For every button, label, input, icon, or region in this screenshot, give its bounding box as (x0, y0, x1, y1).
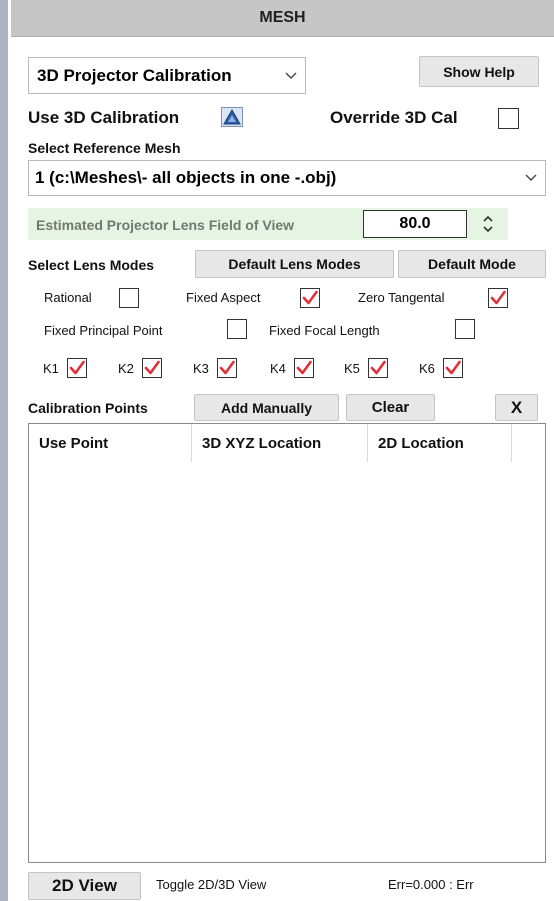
calibration-points-table[interactable]: Use Point 3D XYZ Location 2D Location (28, 423, 546, 863)
column-header-3d-xyz-location[interactable]: 3D XYZ Location (192, 424, 368, 462)
add-manually-button[interactable]: Add Manually (194, 394, 339, 421)
checkmark-icon (69, 360, 85, 375)
checkmark-icon (370, 360, 386, 375)
calibration-points-label: Calibration Points (28, 400, 148, 416)
fixed-principal-point-label: Fixed Principal Point (44, 323, 163, 338)
checkmark-icon (490, 290, 506, 305)
fixed-aspect-label: Fixed Aspect (186, 290, 261, 305)
k2-checkbox[interactable] (142, 358, 162, 378)
k5-checkbox[interactable] (368, 358, 388, 378)
column-header-2d-location[interactable]: 2D Location (368, 424, 512, 462)
2d-view-label: 2D View (52, 876, 117, 895)
fov-value: 80.0 (399, 215, 431, 232)
k4-label: K4 (270, 361, 286, 376)
clear-label: Clear (371, 399, 410, 416)
default-mode-button[interactable]: Default Mode (398, 250, 546, 278)
k1-label: K1 (43, 361, 59, 376)
mesh-panel: MESH 3D Projector Calibration Show Help … (8, 0, 554, 901)
k4-checkbox[interactable] (294, 358, 314, 378)
k2-label: K2 (118, 361, 134, 376)
reference-mesh-label: Select Reference Mesh (28, 140, 181, 156)
chevron-down-icon (525, 169, 537, 187)
lens-modes-label: Select Lens Modes (28, 257, 155, 273)
override-3d-cal-label: Override 3D Cal (330, 108, 458, 127)
show-help-label: Show Help (443, 63, 515, 80)
checkmark-icon (219, 360, 235, 375)
k3-label: K3 (193, 361, 209, 376)
close-points-button[interactable]: X (495, 394, 538, 421)
zero-tangental-checkbox[interactable] (488, 288, 508, 308)
panel-title: MESH (259, 9, 306, 26)
fixed-aspect-checkbox[interactable] (300, 288, 320, 308)
default-mode-label: Default Mode (428, 256, 516, 272)
default-lens-modes-button[interactable]: Default Lens Modes (195, 250, 394, 278)
fov-spinner-icon[interactable] (480, 212, 496, 236)
checkmark-icon (144, 360, 160, 375)
rational-label: Rational (44, 290, 92, 305)
column-header-use-point[interactable]: Use Point (29, 424, 192, 462)
zero-tangental-label: Zero Tangental (358, 290, 445, 305)
column-header-use-point-label: Use Point (39, 434, 109, 452)
k5-label: K5 (344, 361, 360, 376)
fixed-focal-length-checkbox[interactable] (455, 319, 475, 339)
checkmark-icon (296, 360, 312, 375)
override-3d-cal-checkbox[interactable] (498, 108, 519, 129)
chevron-down-icon (285, 67, 297, 85)
k6-label: K6 (419, 361, 435, 376)
k3-checkbox[interactable] (217, 358, 237, 378)
close-points-label: X (510, 397, 523, 417)
fixed-principal-point-checkbox[interactable] (227, 319, 247, 339)
reference-mesh-value: 1 (c:\Meshes\- all objects in one -.obj) (35, 168, 337, 187)
k1-checkbox[interactable] (67, 358, 87, 378)
error-status: Err=0.000 : Err (388, 877, 474, 892)
column-header-2d-location-label: 2D Location (378, 434, 464, 452)
fov-label: Estimated Projector Lens Field of View (36, 217, 295, 233)
2d-view-button[interactable]: 2D View (28, 872, 141, 900)
add-manually-label: Add Manually (220, 399, 312, 416)
checkmark-icon (302, 290, 318, 305)
fov-input[interactable]: 80.0 (363, 210, 467, 238)
toggle-view-label: Toggle 2D/3D View (156, 877, 267, 892)
default-lens-modes-label: Default Lens Modes (228, 256, 361, 272)
reference-mesh-dropdown[interactable]: 1 (c:\Meshes\- all objects in one -.obj) (28, 160, 546, 196)
checkmark-icon (445, 360, 461, 375)
show-help-button[interactable]: Show Help (419, 56, 539, 87)
left-edge-strip (0, 0, 8, 901)
clear-button[interactable]: Clear (346, 394, 435, 421)
fixed-focal-length-label: Fixed Focal Length (269, 323, 380, 338)
k6-checkbox[interactable] (443, 358, 463, 378)
mode-dropdown[interactable]: 3D Projector Calibration (28, 57, 306, 94)
mode-dropdown-value: 3D Projector Calibration (37, 65, 232, 85)
column-header-3d-xyz-location-label: 3D XYZ Location (202, 434, 322, 452)
use-3d-calibration-label: Use 3D Calibration (28, 108, 180, 127)
use-3d-calibration-toggle-icon[interactable] (221, 107, 243, 127)
rational-checkbox[interactable] (119, 288, 139, 308)
panel-header: MESH (11, 0, 554, 37)
